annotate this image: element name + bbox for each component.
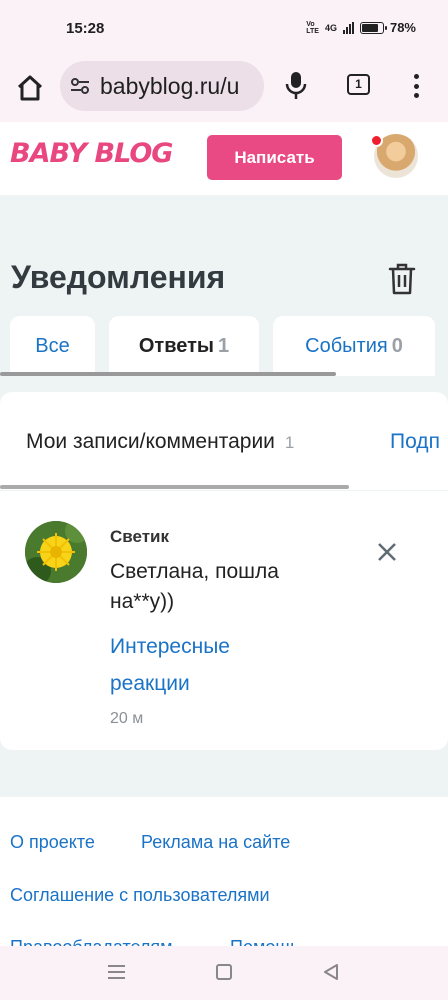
footer-link-about[interactable]: О проекте bbox=[10, 832, 95, 853]
notification-text: Светлана, пошла на**у)) bbox=[110, 560, 279, 613]
tab-events-label: События bbox=[305, 335, 388, 357]
tab-replies-count: 1 bbox=[218, 335, 230, 357]
tab-events[interactable]: События 0 bbox=[273, 316, 435, 376]
footer-link-agreement[interactable]: Соглашение с пользователями bbox=[10, 885, 270, 906]
tune-icon[interactable] bbox=[70, 76, 90, 96]
close-icon[interactable] bbox=[375, 540, 399, 564]
write-button[interactable]: Написать bbox=[207, 135, 342, 180]
tab-replies-label: Ответы bbox=[138, 335, 214, 357]
notification-card: Светик Светлана, пошла на**у)) Интересны… bbox=[0, 491, 448, 750]
recent-apps-icon[interactable] bbox=[108, 965, 125, 979]
battery-icon bbox=[359, 21, 387, 34]
browser-toolbar: babyblog.ru/u 1 bbox=[0, 58, 448, 122]
mic-icon[interactable] bbox=[284, 70, 308, 100]
status-time: 15:28 bbox=[66, 20, 105, 37]
page-title: Уведомления bbox=[11, 259, 226, 295]
site-logo[interactable]: BABY BLOG bbox=[10, 138, 173, 169]
trash-icon[interactable] bbox=[388, 262, 416, 296]
subtabs: Мои записи/комментарии 1 Подп bbox=[0, 392, 448, 490]
subtab-my-posts-label: Мои записи/комментарии bbox=[26, 430, 275, 453]
footer-link-ads[interactable]: Реклама на сайте bbox=[141, 832, 290, 853]
back-icon[interactable] bbox=[322, 963, 340, 981]
site-header: BABY BLOG Написать bbox=[0, 122, 448, 195]
url-text: babyblog.ru/u bbox=[100, 73, 240, 99]
notification-author[interactable]: Светик bbox=[110, 527, 169, 547]
home-icon[interactable] bbox=[14, 72, 46, 104]
notification-link[interactable]: Интересные реакции bbox=[110, 628, 310, 702]
home-nav-icon[interactable] bbox=[216, 964, 232, 980]
tab-all-label: Все bbox=[35, 335, 70, 357]
tab-events-count: 0 bbox=[391, 335, 403, 357]
system-nav-bar bbox=[0, 946, 448, 1000]
network-type: 4G bbox=[324, 22, 337, 33]
signal-icon bbox=[342, 21, 354, 34]
battery-percent: 78% bbox=[389, 20, 416, 35]
subtabs-scrollbar[interactable] bbox=[0, 485, 349, 489]
address-bar[interactable]: babyblog.ru/u bbox=[60, 61, 264, 111]
subtab-my-posts-count: 1 bbox=[284, 433, 295, 452]
subtab-subscriptions-label: Подп bbox=[390, 430, 440, 453]
tabs-icon[interactable]: 1 bbox=[347, 74, 370, 95]
subtab-subscriptions[interactable]: Подп bbox=[390, 430, 440, 454]
site-footer: О проекте Реклама на сайте Соглашение с … bbox=[0, 797, 448, 947]
status-icons: Vo LTE 4G 78% bbox=[306, 20, 416, 35]
tab-all[interactable]: Все bbox=[10, 316, 95, 376]
notification-dot-icon bbox=[370, 134, 383, 147]
tab-count: 1 bbox=[355, 77, 362, 91]
tab-replies[interactable]: Ответы 1 bbox=[109, 316, 259, 376]
author-avatar[interactable] bbox=[25, 521, 87, 583]
subtab-my-posts[interactable]: Мои записи/комментарии 1 bbox=[26, 430, 294, 454]
tabs-scrollbar[interactable] bbox=[0, 372, 336, 376]
notification-time: 20 м bbox=[110, 710, 144, 727]
status-bar: 15:28 Vo LTE 4G 78% bbox=[0, 0, 448, 58]
volte-icon: Vo LTE bbox=[306, 20, 319, 35]
more-vert-icon[interactable] bbox=[410, 72, 422, 100]
